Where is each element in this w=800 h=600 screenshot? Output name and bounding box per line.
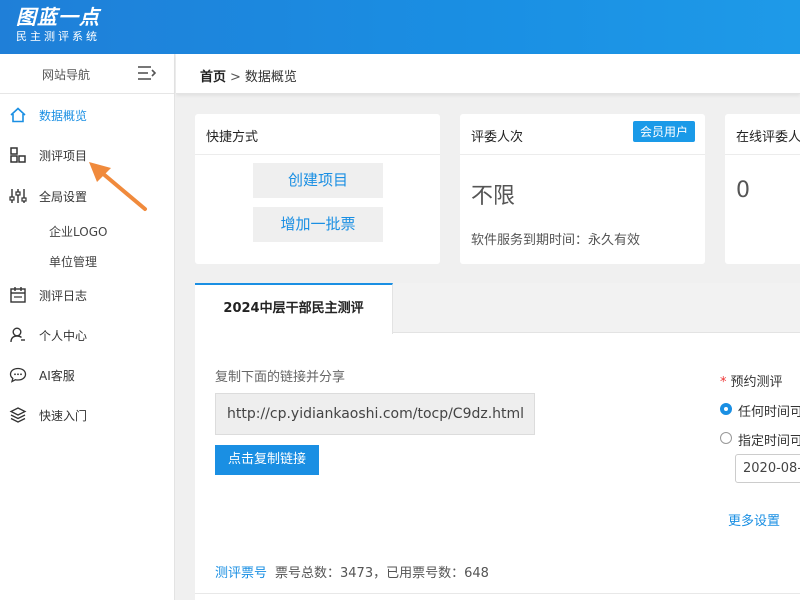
user-icon (10, 327, 25, 343)
ticket-row: 测评票号 票号总数：3473，已用票号数：648 (215, 562, 489, 581)
ticket-numbers-link[interactable]: 测评票号 (215, 566, 267, 581)
reserve-date-input[interactable]: 2020-08- (735, 454, 800, 483)
breadcrumb: 首页 > 数据概览 (200, 66, 297, 85)
card-title-row: 评委人次 会员用户 (460, 114, 705, 155)
sliders-icon (9, 189, 27, 203)
tab-project[interactable]: 2024中层干部民主测评 (195, 283, 393, 334)
reserve-specified-time-radio[interactable]: 指定时间可 (720, 430, 800, 449)
top-bar: 图蓝一点 民主测评系统 (0, 0, 800, 54)
project-panel: 2024中层干部民主测评 复制下面的链接并分享 http://cp.yidian… (195, 283, 800, 600)
sidebar-item-quick-start[interactable]: 快速入门 (0, 400, 175, 430)
sidebar-item-label: 全局设置 (39, 190, 88, 204)
sidebar-item-label: 测评日志 (39, 289, 88, 303)
layers-icon (9, 407, 27, 423)
breadcrumb-current: 数据概览 (244, 70, 297, 85)
sidebar-item-ai-support[interactable]: AI客服 (0, 360, 175, 390)
chat-icon (9, 367, 27, 383)
reserve-anytime-radio[interactable]: 任何时间可 (720, 401, 800, 420)
sidebar-title: 网站导航 (42, 68, 91, 82)
card-title: 评委人次 (471, 130, 524, 145)
radio-label: 指定时间可 (738, 434, 800, 449)
reviewers-card: 评委人次 会员用户 不限 软件服务到期时间：永久有效 (460, 114, 705, 264)
logo[interactable]: 图蓝一点 民主测评系统 (16, 5, 100, 45)
add-tickets-button[interactable]: 增加一批票 (253, 207, 383, 242)
sidebar-header: 网站导航 (0, 54, 174, 94)
sidebar-item-label: 快速入门 (39, 409, 88, 423)
card-title: 在线评委人 (725, 114, 800, 155)
copy-link-button[interactable]: 点击复制链接 (215, 445, 319, 475)
radio-label: 任何时间可 (738, 405, 800, 420)
breadcrumb-home[interactable]: 首页 (200, 70, 226, 85)
sidebar-subitem-units[interactable]: 单位管理 (49, 253, 97, 270)
radio-dot (720, 403, 732, 415)
quick-actions-card: 快捷方式 创建项目 增加一批票 (195, 114, 440, 264)
online-reviewers-card: 在线评委人 0 (725, 114, 800, 264)
breadcrumb-separator: > (230, 70, 241, 85)
logo-name: 图蓝一点 (16, 5, 100, 29)
sidebar-item-logs[interactable]: 测评日志 (0, 280, 175, 310)
grid-icon (10, 147, 26, 163)
home-icon (10, 107, 26, 123)
calendar-icon (10, 287, 26, 303)
create-project-button[interactable]: 创建项目 (253, 163, 383, 198)
menu-collapse-icon[interactable] (137, 65, 157, 81)
sidebar-item-profile[interactable]: 个人中心 (0, 320, 175, 350)
sidebar-item-label: 个人中心 (39, 329, 88, 343)
member-badge: 会员用户 (632, 121, 695, 142)
sidebar-item-data-overview[interactable]: 数据概览 (0, 100, 175, 130)
required-mark: * (720, 375, 727, 390)
logo-subtitle: 民主测评系统 (16, 30, 100, 43)
sidebar-item-label: 测评项目 (39, 149, 88, 163)
card-title: 快捷方式 (195, 114, 440, 155)
sidebar: 网站导航 数据概览 测评项目 全局设置 企业LOGO 单位管理 测评日志 个人中… (0, 54, 175, 600)
reserve-label: * 预约测评 (720, 371, 783, 390)
more-settings-link[interactable]: 更多设置 (728, 510, 780, 529)
service-expire-text: 软件服务到期时间：永久有效 (471, 233, 641, 248)
online-reviewers-value: 0 (736, 178, 750, 203)
sidebar-subitem-logo[interactable]: 企业LOGO (49, 223, 107, 240)
share-link-field[interactable]: http://cp.yidiankaoshi.com/tocp/C9dz.htm… (215, 393, 535, 435)
ticket-summary: 票号总数：3473，已用票号数：648 (275, 566, 489, 581)
pointer-arrow-icon (89, 162, 147, 211)
reserve-label-text: 预约测评 (730, 375, 783, 390)
reviewers-value: 不限 (471, 184, 516, 209)
divider (195, 593, 800, 594)
share-label: 复制下面的链接并分享 (215, 370, 346, 385)
sidebar-item-label: 数据概览 (39, 109, 88, 123)
content-header: 首页 > 数据概览 (176, 54, 800, 94)
radio-dot (720, 432, 732, 444)
sidebar-item-label: AI客服 (39, 369, 75, 383)
